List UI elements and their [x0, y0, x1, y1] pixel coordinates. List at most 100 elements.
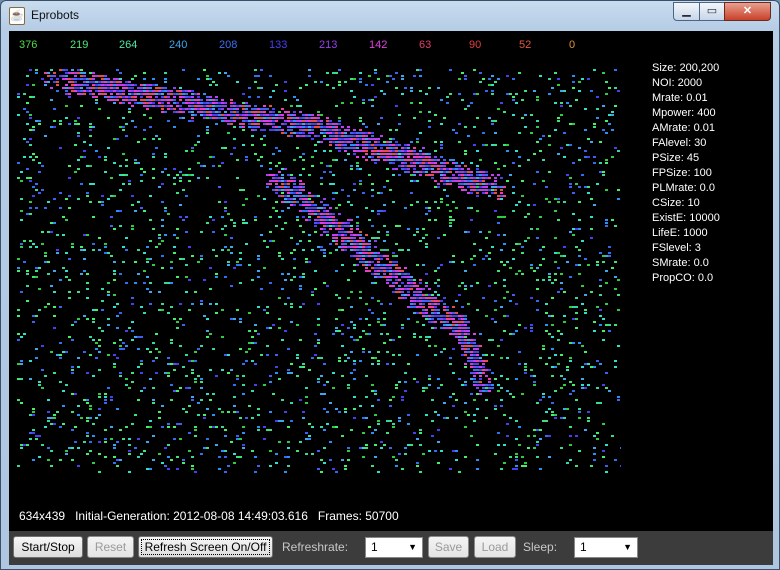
world-cell — [395, 225, 398, 227]
world-cell — [521, 117, 524, 119]
world-cell — [350, 138, 353, 140]
world-cell — [236, 309, 239, 311]
world-cell — [179, 117, 182, 119]
world-cell — [338, 138, 341, 140]
world-cell — [287, 117, 290, 119]
world-cell — [431, 162, 434, 164]
world-cell — [503, 243, 506, 245]
world-cell — [512, 162, 515, 164]
world-cell — [305, 387, 308, 389]
world-cell — [71, 447, 74, 449]
world-cell — [338, 360, 341, 362]
world-cell — [125, 345, 128, 347]
world-cell — [416, 180, 419, 182]
world-cell — [434, 219, 437, 221]
world-cell — [332, 198, 335, 200]
world-cell — [617, 198, 620, 200]
world-cell — [233, 267, 236, 269]
world-cell — [176, 105, 179, 107]
world-cell — [365, 264, 368, 266]
world-cell — [182, 324, 185, 326]
world-cell — [572, 87, 575, 89]
population-count: 213 — [319, 39, 338, 51]
world-cell — [62, 78, 65, 80]
world-cell — [122, 261, 125, 263]
world-cell — [374, 141, 377, 143]
world-cell — [80, 249, 83, 251]
world-cell — [254, 384, 257, 386]
world-cell — [539, 264, 542, 266]
world-cell — [287, 456, 290, 458]
world-cell — [116, 81, 119, 83]
title-bar[interactable]: ☕ Eprobots ▁ ▭ ✕ — [1, 1, 779, 29]
world-cell — [404, 165, 407, 167]
world-cell — [332, 333, 335, 335]
world-cell — [23, 240, 26, 242]
world-cell — [215, 99, 218, 101]
world-cell — [536, 402, 539, 404]
world-cell — [368, 138, 371, 140]
world-cell — [428, 165, 431, 167]
world-cell — [257, 270, 260, 272]
world-cell — [257, 333, 260, 335]
world-cell — [500, 249, 503, 251]
world-cell — [164, 111, 167, 113]
minimize-button[interactable]: ▁ — [673, 2, 700, 21]
world-cell — [35, 207, 38, 209]
world-cell — [605, 270, 608, 272]
world-cell — [356, 147, 359, 149]
world-cell — [398, 417, 401, 419]
world-cell — [299, 240, 302, 242]
world-cell — [125, 123, 128, 125]
world-cell — [242, 219, 245, 221]
world-cell — [269, 327, 272, 329]
world-cell — [59, 123, 62, 125]
world-cell — [179, 303, 182, 305]
world-cell — [584, 150, 587, 152]
close-button[interactable]: ✕ — [724, 2, 771, 21]
world-cell — [119, 96, 122, 98]
world-cell — [602, 72, 605, 74]
world-cell — [383, 444, 386, 446]
world-cell — [275, 126, 278, 128]
world-cell — [182, 93, 185, 95]
world-cell — [506, 357, 509, 359]
world-cell — [143, 282, 146, 284]
world-cell — [113, 294, 116, 296]
world-cell — [113, 87, 116, 89]
world-cell — [470, 189, 473, 191]
world-cell — [419, 300, 422, 302]
world-cell — [173, 252, 176, 254]
world-cell — [152, 459, 155, 461]
world-cell — [398, 150, 401, 152]
world-cell — [392, 144, 395, 146]
world-cell — [113, 270, 116, 272]
world-cell — [119, 126, 122, 128]
world-cell — [377, 210, 380, 212]
world-cell — [62, 351, 65, 353]
world-cell — [482, 171, 485, 173]
world-cell — [608, 390, 611, 392]
world-cell — [164, 99, 167, 101]
maximize-button[interactable]: ▭ — [699, 2, 725, 21]
world-cell — [101, 81, 104, 83]
world-cell — [401, 153, 404, 155]
world-cell — [380, 135, 383, 137]
world-cell — [29, 117, 32, 119]
population-count: 90 — [469, 39, 482, 51]
world-cell — [419, 240, 422, 242]
world-cell — [167, 357, 170, 359]
world-cell — [173, 369, 176, 371]
world-cell — [44, 207, 47, 209]
world-cell — [251, 279, 254, 281]
world-cell — [89, 405, 92, 407]
world-cell — [257, 429, 260, 431]
world-cell — [119, 273, 122, 275]
world-cell — [92, 423, 95, 425]
world-cell — [434, 282, 437, 284]
world-cell — [377, 267, 380, 269]
world-cell — [494, 210, 497, 212]
world-cell — [566, 408, 569, 410]
world-cell — [47, 420, 50, 422]
world-cell — [371, 159, 374, 161]
